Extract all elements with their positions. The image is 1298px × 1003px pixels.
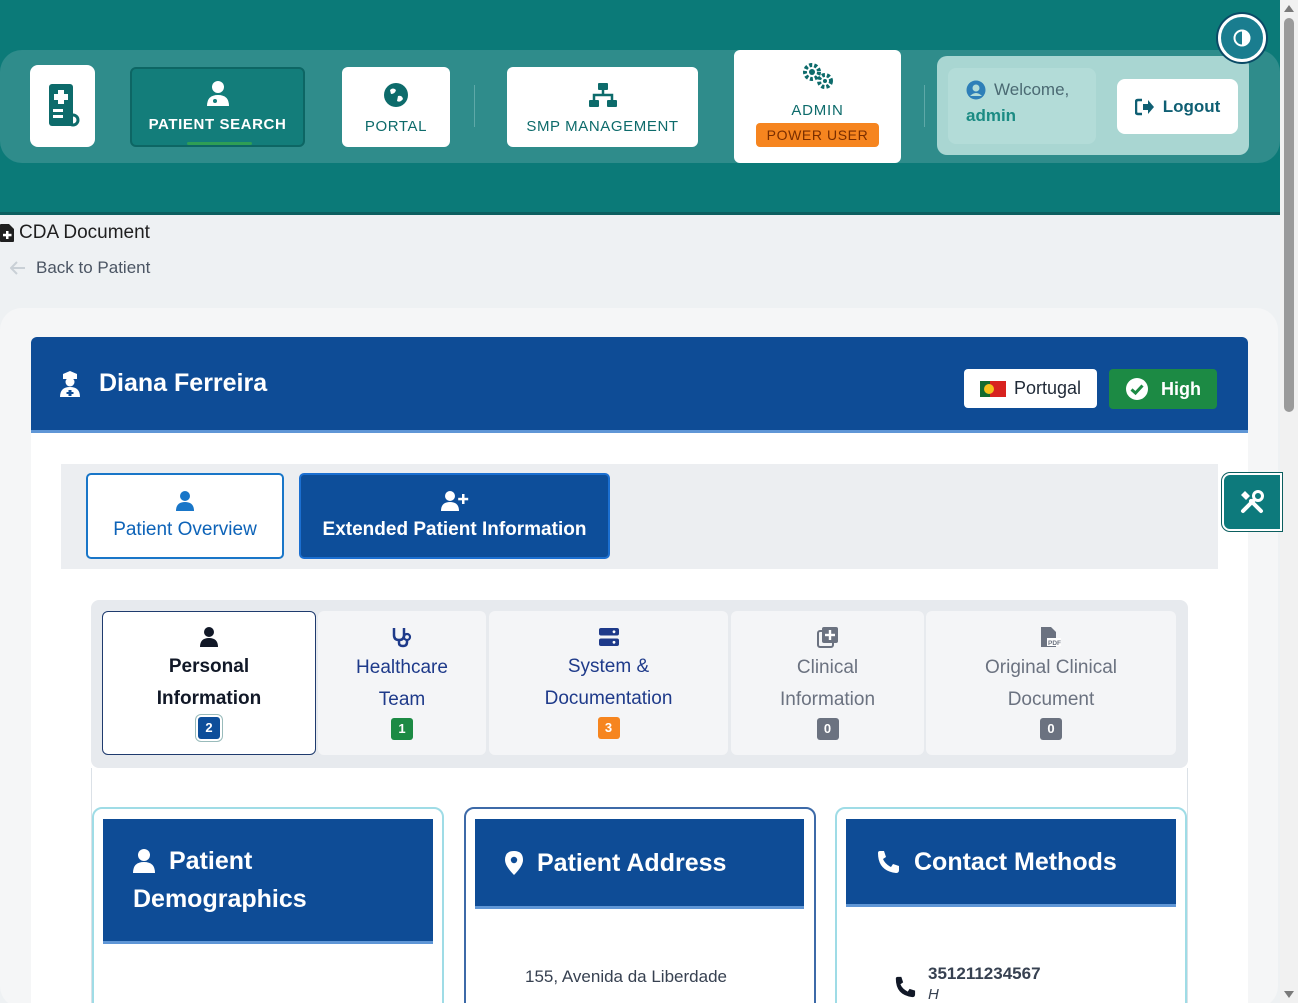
globe-icon — [384, 83, 408, 107]
portugal-flag-icon — [979, 380, 1006, 397]
sign-out-icon — [1134, 98, 1154, 115]
active-indicator — [187, 142, 252, 145]
tools-panel-toggle[interactable] — [1222, 473, 1282, 531]
app-logo[interactable] — [30, 65, 95, 147]
back-to-patient-link[interactable]: Back to Patient — [10, 258, 150, 278]
welcome-text: Welcome, — [994, 80, 1070, 99]
notes-medical-icon — [816, 627, 838, 648]
phone-type: H — [928, 986, 939, 1003]
medical-file-icon — [48, 84, 79, 127]
section-label: Document — [1007, 689, 1095, 710]
admin-label: ADMIN — [791, 102, 844, 119]
card-title: Patient Address — [537, 848, 727, 877]
section-count-badge: 3 — [597, 717, 620, 739]
section-label: Healthcare — [356, 657, 448, 678]
server-icon — [598, 628, 619, 646]
demographics-card-header: Patient Demographics — [103, 819, 433, 944]
username: admin — [966, 106, 1017, 125]
user-nurse-icon — [60, 370, 80, 397]
check-circle-icon — [1126, 378, 1148, 400]
quality-badge: High — [1109, 369, 1217, 409]
phone-icon — [878, 850, 899, 873]
arrow-left-icon — [10, 261, 25, 275]
page-title-text: CDA Document — [19, 222, 150, 243]
nav-label: SMP MANAGEMENT — [526, 118, 679, 135]
section-count-badge: 1 — [391, 718, 413, 740]
tab-original-clinical-document[interactable]: PDF Original Clinical Document 0 — [926, 611, 1176, 755]
country-badge: Portugal — [964, 369, 1097, 408]
sitemap-icon — [588, 83, 617, 107]
phone-number: 351211234567 — [928, 964, 1041, 983]
card-title: Demographics — [133, 885, 307, 913]
contrast-icon — [1233, 29, 1251, 47]
section-label: Information — [156, 688, 262, 709]
tab-patient-overview[interactable]: Patient Overview — [86, 473, 284, 559]
nav-smp-management[interactable]: SMP MANAGEMENT — [507, 67, 698, 147]
country-name: Portugal — [1013, 378, 1082, 398]
nav-patient-search[interactable]: PATIENT SEARCH — [130, 67, 305, 147]
svg-text:PDF: PDF — [1048, 640, 1061, 647]
tools-icon — [1241, 490, 1264, 513]
scroll-down-arrow[interactable] — [1284, 991, 1294, 998]
tab-clinical-information[interactable]: Clinical Information 0 — [731, 611, 924, 755]
card-title: Patient — [169, 847, 253, 875]
address-line: 155, Avenida da Liberdade — [525, 967, 727, 986]
user-doctor-icon — [206, 81, 229, 106]
card-title: Contact Methods — [914, 847, 1117, 876]
user-circle-icon — [966, 80, 986, 100]
section-label: System & — [567, 656, 650, 677]
tab-label: Extended Patient Information — [322, 519, 587, 540]
section-count-badge: 2 — [198, 717, 220, 739]
section-label: Documentation — [544, 688, 673, 709]
page-title: CDA Document — [0, 222, 150, 244]
map-marker-icon — [505, 850, 523, 875]
logout-label: Logout — [1162, 96, 1221, 116]
scroll-thumb[interactable] — [1284, 18, 1294, 412]
file-medical-icon — [0, 224, 14, 242]
nav-divider — [474, 85, 475, 127]
nav-label: PATIENT SEARCH — [148, 116, 287, 133]
back-link-label: Back to Patient — [36, 258, 151, 277]
nav-label: PORTAL — [364, 118, 428, 135]
contact-card-header: Contact Methods — [846, 819, 1176, 907]
gears-icon — [802, 63, 833, 89]
user-icon — [200, 627, 218, 647]
tab-extended-patient-information[interactable]: Extended Patient Information — [299, 473, 610, 559]
address-card-header: Patient Address — [475, 819, 804, 909]
user-welcome: Welcome, admin — [948, 68, 1096, 144]
page-scrollbar[interactable] — [1280, 0, 1298, 1003]
tab-system-documentation[interactable]: System & Documentation 3 — [489, 611, 728, 755]
user-icon — [133, 849, 155, 873]
section-count-badge: 0 — [1040, 718, 1062, 740]
stethoscope-icon — [392, 628, 412, 648]
tab-label: Patient Overview — [113, 519, 257, 540]
file-pdf-icon: PDF — [1041, 627, 1061, 647]
scroll-up-arrow[interactable] — [1284, 5, 1294, 12]
contact-phone-item: 351211234567 H — [894, 964, 1041, 1003]
section-label: Team — [378, 689, 426, 710]
section-label: Original Clinical — [985, 657, 1117, 678]
section-label: Information — [779, 689, 876, 710]
role-badge: POWER USER — [755, 123, 880, 147]
nav-admin[interactable]: ADMIN POWER USER — [734, 50, 901, 163]
section-label: Clinical — [796, 657, 859, 678]
nav-divider — [924, 85, 925, 127]
theme-toggle-button[interactable] — [1218, 14, 1266, 62]
quality-label: High — [1161, 378, 1201, 399]
user-plus-icon — [440, 491, 468, 511]
nav-portal[interactable]: PORTAL — [342, 67, 450, 147]
tab-personal-information[interactable]: Personal Information 2 — [102, 611, 316, 755]
section-count-badge: 0 — [816, 718, 839, 740]
user-icon — [176, 491, 194, 511]
patient-name: Diana Ferreira — [99, 369, 268, 397]
phone-icon — [895, 976, 916, 998]
tab-healthcare-team[interactable]: Healthcare Team 1 — [318, 611, 486, 755]
section-label: Personal — [168, 656, 250, 677]
logout-button[interactable]: Logout — [1117, 79, 1238, 134]
